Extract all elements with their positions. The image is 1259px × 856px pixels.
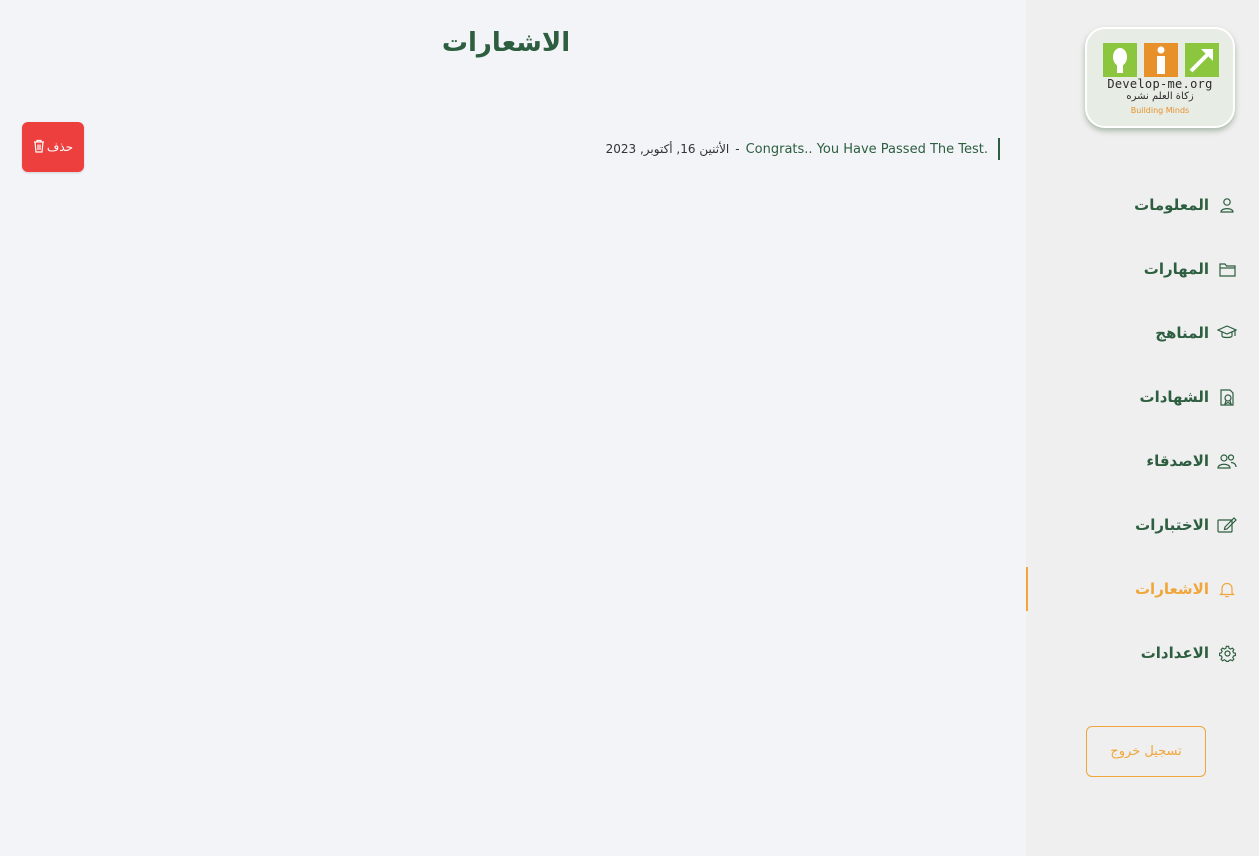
sidebar-item-label: الاصدقاء [1146,452,1209,470]
logo-arabic-tagline: زكاة العلم نشره [1126,91,1194,102]
notification-separator: - [735,142,740,156]
sidebar-item-friends[interactable]: الاصدقاء [1026,429,1259,493]
certificate-icon [1217,387,1237,407]
notification-message: Congrats.. You Have Passed The Test. [745,141,988,157]
logout-button[interactable]: تسجيل خروج [1086,726,1206,777]
sidebar-item-label: المعلومات [1134,196,1209,214]
sidebar-item-curricula[interactable]: المناهج [1026,301,1259,365]
bell-icon [1217,579,1237,599]
graduation-cap-icon [1217,323,1237,343]
sidebar-item-notifications[interactable]: الاشعارات [1026,557,1259,621]
delete-label: حذف [46,140,74,154]
sidebar-item-skills[interactable]: المهارات [1026,237,1259,301]
gear-icon [1217,643,1237,663]
sidebar-item-certificates[interactable]: الشهادات [1026,365,1259,429]
edit-icon [1217,515,1237,535]
sidebar-nav: المعلومات المهارات المناهج الشهادات الاص… [1026,173,1259,685]
trash-icon [33,139,45,156]
logo-graphic [1103,43,1219,77]
users-icon [1217,451,1237,471]
logo-tagline: Building Minds [1130,106,1190,115]
page-title: الاشعارات [441,28,571,58]
sidebar: Develop-me.org زكاة العلم نشره Building … [1026,0,1259,856]
user-icon [1217,195,1237,215]
notification-date: الأثنين 16, أكتوبر, 2023 [605,142,730,156]
sidebar-item-info[interactable]: المعلومات [1026,173,1259,237]
site-logo[interactable]: Develop-me.org زكاة العلم نشره Building … [1085,27,1235,128]
sidebar-item-label: الشهادات [1139,388,1210,406]
sidebar-item-label: الاختبارات [1135,516,1209,534]
folder-icon [1217,259,1237,279]
sidebar-item-label: المناهج [1155,324,1209,342]
delete-button[interactable]: حذف [22,122,84,172]
sidebar-item-label: الاعدادات [1140,644,1209,662]
sidebar-item-settings[interactable]: الاعدادات [1026,621,1259,685]
sidebar-item-label: المهارات [1143,260,1209,278]
sidebar-item-tests[interactable]: الاختبارات [1026,493,1259,557]
sidebar-item-label: الاشعارات [1134,580,1209,598]
notification-item[interactable]: Congrats.. You Have Passed The Test. - ا… [560,138,1000,160]
logo-domain-text: Develop-me.org [1107,77,1213,91]
